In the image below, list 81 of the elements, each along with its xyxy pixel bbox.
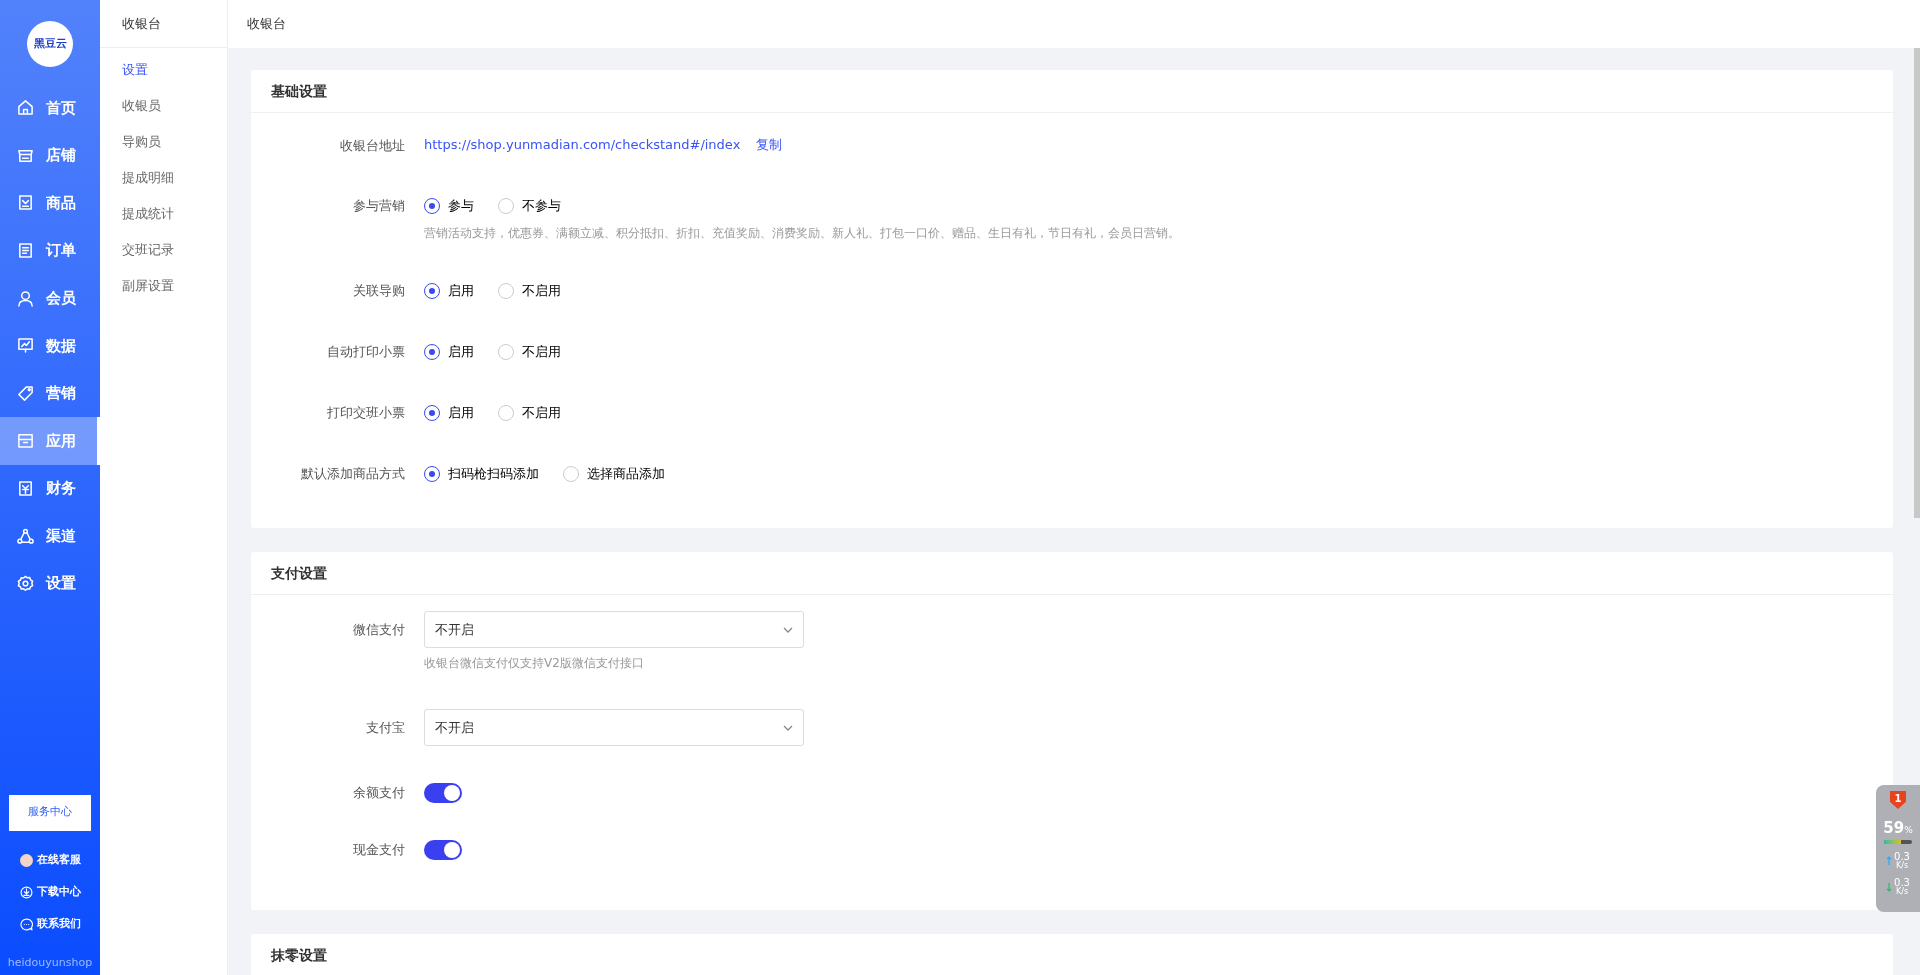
field-label: 默认添加商品方式 — [300, 465, 406, 483]
rate-unit: K/s — [1894, 861, 1910, 870]
field-label: 支付宝 — [365, 719, 406, 737]
submenu-item[interactable]: 收银员 — [100, 88, 161, 124]
radio-option[interactable]: 扫码枪扫码添加 — [424, 462, 539, 486]
field-label: 打印交班小票 — [326, 404, 406, 422]
submenu-title: 收银台 — [100, 0, 227, 48]
percent-value: 59 — [1883, 818, 1905, 839]
field-label: 微信支付 — [352, 621, 406, 639]
select-field[interactable]: 不开启 — [424, 709, 804, 746]
rate-value: 0.3 — [1894, 877, 1910, 888]
home-icon — [17, 99, 34, 117]
radio-option[interactable]: 不启用 — [498, 340, 561, 364]
sidebar-link[interactable]: 在线客服 — [13, 844, 87, 877]
nav-item[interactable]: 店铺 — [0, 131, 100, 180]
nav-item[interactable]: 会员 — [0, 274, 100, 322]
radio-option[interactable]: 启用 — [424, 340, 474, 364]
arrow-up-icon — [1886, 855, 1893, 866]
nav-item[interactable]: 财务 — [0, 464, 100, 513]
field-label: 自动打印小票 — [326, 343, 406, 361]
nav-item[interactable]: 设置 — [0, 559, 100, 608]
settings-icon — [17, 575, 34, 593]
section-title: 基础设置 — [251, 70, 1893, 113]
section-title: 抹零设置 — [251, 934, 1893, 975]
field-label: 收银台地址 — [339, 137, 406, 155]
bag-icon — [17, 194, 34, 212]
radio-option[interactable]: 选择商品添加 — [563, 462, 665, 486]
scrollbar[interactable] — [1914, 48, 1920, 518]
avatar-icon — [19, 854, 33, 867]
sidebar-link[interactable]: 下载中心 — [13, 876, 87, 909]
shield-badge: 1 — [1890, 791, 1906, 809]
submenu-item[interactable]: 副屏设置 — [100, 268, 174, 304]
radio-option[interactable]: 不启用 — [498, 279, 561, 303]
download-icon — [19, 886, 33, 899]
logo: 黑豆云 — [27, 21, 73, 67]
nav-item[interactable]: 渠道 — [0, 512, 100, 560]
nav-item[interactable]: 首页 — [0, 84, 100, 132]
nav-item[interactable]: 商品 — [0, 179, 100, 227]
nav-item[interactable]: 营销 — [0, 369, 100, 418]
chart-icon — [17, 337, 34, 355]
chevron-down-icon — [783, 626, 793, 633]
chevron-down-icon — [783, 724, 793, 731]
nav-item[interactable]: 数据 — [0, 321, 100, 370]
arrow-down-icon — [1886, 881, 1893, 892]
tag-icon — [17, 384, 34, 402]
field-label: 现金支付 — [352, 841, 406, 859]
field-label: 参与营销 — [352, 197, 406, 215]
field-label: 余额支付 — [352, 784, 406, 802]
copy-link[interactable]: 复制 — [756, 135, 783, 155]
hint-text: 收银台微信支付仅支持V2版微信支付接口 — [424, 655, 645, 672]
nav-item[interactable]: 订单 — [0, 226, 100, 275]
submenu-item[interactable]: 提成统计 — [100, 196, 174, 232]
hint-text: 营销活动支持，优惠券、满额立减、积分抵扣、折扣、充值奖励、消费奖励、新人礼、打包一口价、赠品、生日有礼，节日有礼，会员日营销。 — [424, 225, 1180, 242]
submenu-item[interactable]: 设置 — [100, 52, 148, 88]
submenu-item[interactable]: 提成明细 — [100, 160, 174, 196]
document-icon — [17, 242, 34, 260]
percent-unit: % — [1904, 825, 1913, 837]
radio-option[interactable]: 启用 — [424, 401, 474, 425]
rate-value: 0.3 — [1894, 851, 1910, 862]
page-header: 收银台 — [228, 0, 1920, 48]
chat-icon — [19, 918, 33, 931]
radio-option[interactable]: 不参与 — [498, 194, 561, 218]
person-icon — [17, 289, 34, 307]
box-icon — [17, 432, 34, 450]
select-field[interactable]: 不开启 — [424, 611, 804, 648]
toggle-switch[interactable] — [424, 783, 462, 803]
toggle-switch[interactable] — [424, 840, 462, 860]
submenu-item[interactable]: 交班记录 — [100, 232, 174, 268]
yen-icon — [17, 480, 34, 498]
rate-unit: K/s — [1894, 887, 1910, 896]
field-label: 关联导购 — [352, 282, 406, 300]
radio-option[interactable]: 参与 — [424, 194, 474, 218]
service-center-button[interactable]: 服务中心 — [9, 794, 91, 831]
footer-text: heidouyunshop — [7, 954, 93, 971]
url-link[interactable]: https://shop.yunmadian.com/checkstand#/index — [424, 135, 741, 155]
nodes-icon — [17, 527, 34, 545]
radio-option[interactable]: 不启用 — [498, 401, 561, 425]
section-title: 支付设置 — [251, 552, 1893, 595]
radio-option[interactable]: 启用 — [424, 279, 474, 303]
submenu-item[interactable]: 导购员 — [100, 124, 161, 160]
sidebar-link[interactable]: 联系我们 — [13, 908, 87, 941]
